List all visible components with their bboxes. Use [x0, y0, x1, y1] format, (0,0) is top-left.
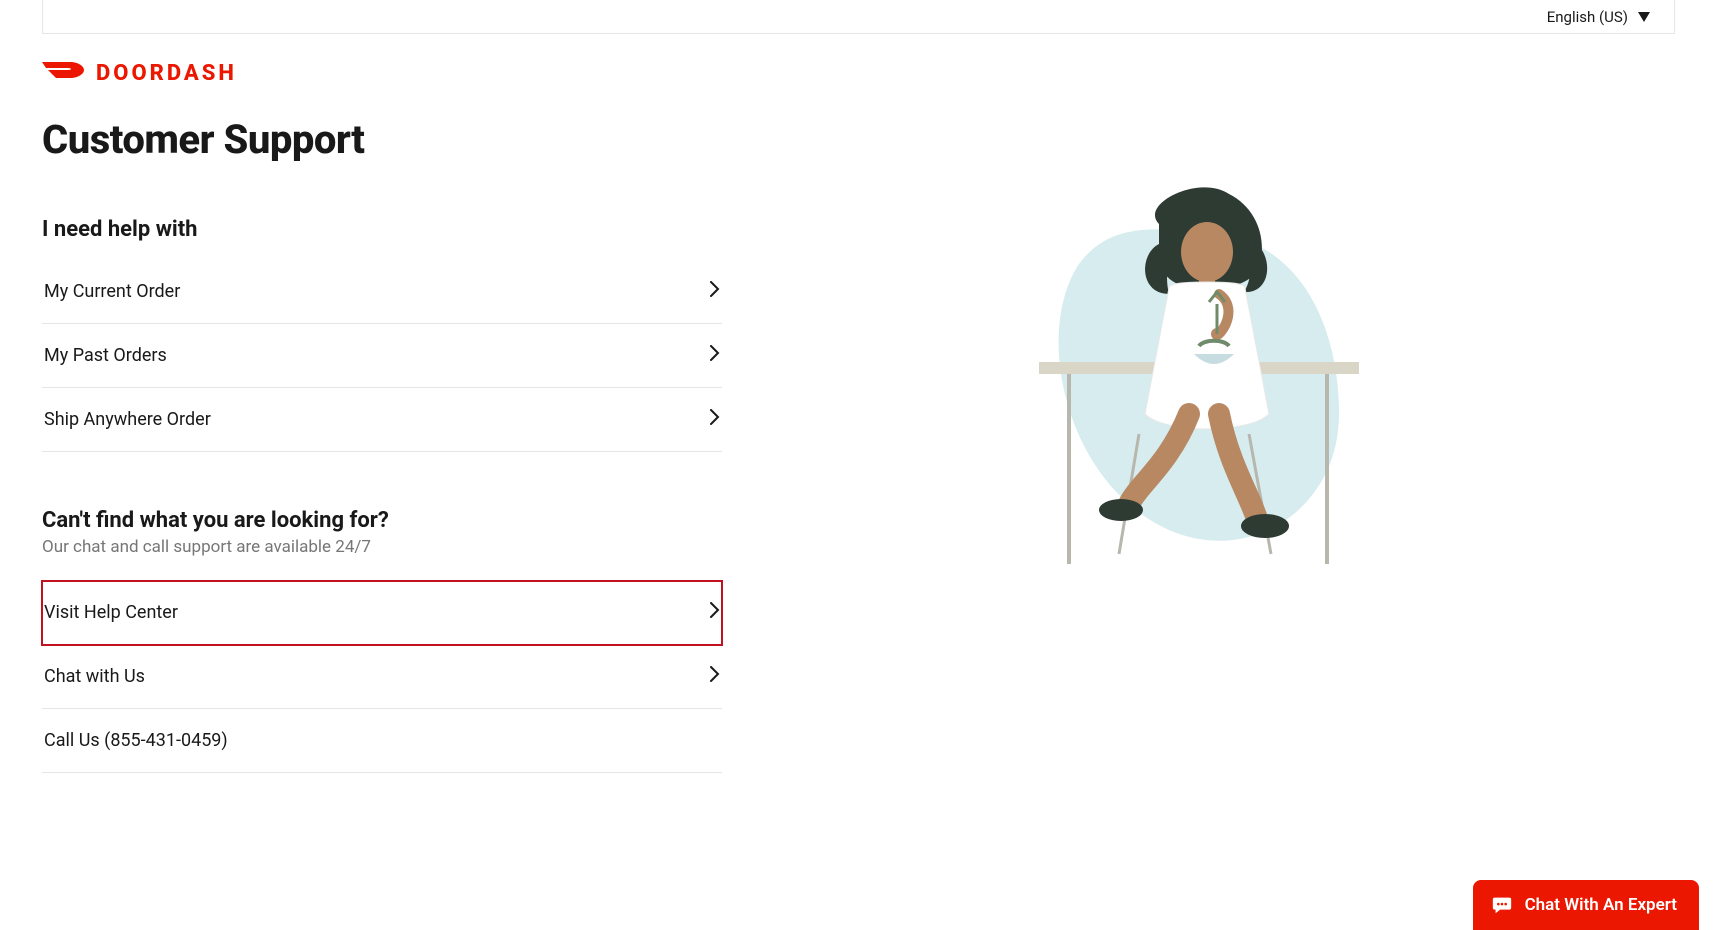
chat-widget-label: Chat With An Expert [1525, 895, 1677, 915]
help-heading: I need help with [42, 217, 722, 242]
top-bar: English (US) [42, 0, 1675, 34]
support-option-call[interactable]: Call Us (855-431-0459) [42, 709, 722, 773]
page-body: Customer Support I need help with My Cur… [0, 88, 1717, 773]
chevron-right-icon [710, 409, 720, 430]
help-option-list: My Current Order My Past Orders Ship Any… [42, 260, 722, 452]
option-label: My Current Order [44, 281, 180, 302]
dropdown-icon [1638, 8, 1650, 26]
not-found-subtext: Our chat and call support are available … [42, 537, 722, 557]
help-option-past-orders[interactable]: My Past Orders [42, 324, 722, 388]
language-label: English (US) [1547, 8, 1628, 26]
option-label: Chat with Us [44, 666, 145, 687]
chevron-right-icon [710, 602, 720, 623]
option-label: Call Us (855-431-0459) [44, 730, 228, 751]
chevron-right-icon [710, 345, 720, 366]
left-column: Customer Support I need help with My Cur… [42, 88, 722, 773]
option-label: My Past Orders [44, 345, 167, 366]
language-selector[interactable]: English (US) [1547, 8, 1650, 26]
help-option-current-order[interactable]: My Current Order [42, 260, 722, 324]
support-illustration [1019, 184, 1379, 584]
brand-name: DOORDASH [96, 61, 237, 86]
chat-bubble-icon [1491, 894, 1513, 916]
support-option-help-center[interactable]: Visit Help Center [42, 581, 722, 645]
right-column [722, 88, 1675, 584]
support-option-chat[interactable]: Chat with Us [42, 645, 722, 709]
doordash-icon [42, 58, 86, 88]
help-option-ship-anywhere[interactable]: Ship Anywhere Order [42, 388, 722, 452]
not-found-heading: Can't find what you are looking for? [42, 508, 722, 533]
page-title: Customer Support [42, 116, 722, 163]
option-label: Ship Anywhere Order [44, 409, 211, 430]
brand-logo[interactable]: DOORDASH [42, 58, 1717, 88]
chat-widget-button[interactable]: Chat With An Expert [1473, 880, 1699, 930]
chevron-right-icon [710, 666, 720, 687]
chevron-right-icon [710, 281, 720, 302]
option-label: Visit Help Center [44, 602, 178, 623]
support-option-list: Visit Help Center Chat with Us Call Us (… [42, 581, 722, 773]
